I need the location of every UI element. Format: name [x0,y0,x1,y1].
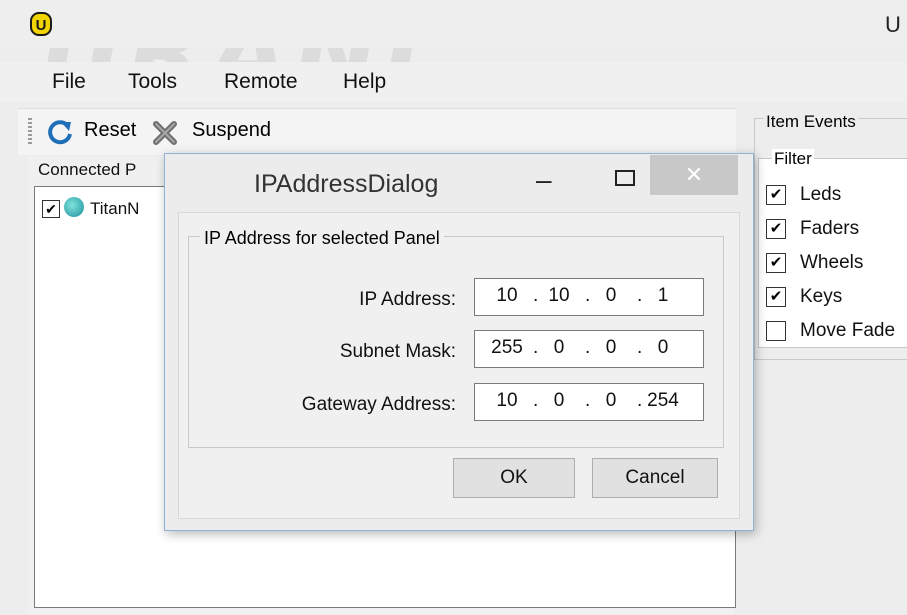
ip-octet-2[interactable]: 10 [539,285,579,307]
subnet-mask-label: Subnet Mask: [339,341,456,362]
minimize-button[interactable]: – [536,164,552,196]
refresh-icon[interactable] [46,118,74,146]
menu-file[interactable]: File [52,70,86,94]
ip-octet-1[interactable]: 10 [487,285,527,307]
wheels-label: Wheels [800,252,864,273]
subnet-octet-1[interactable]: 255 [487,337,527,359]
keys-checkbox[interactable]: ✔ [766,287,786,307]
keys-label: Keys [800,286,843,307]
gateway-octet-2[interactable]: 0 [539,390,579,412]
faders-label: Faders [800,218,860,239]
tree-item-checkbox[interactable]: ✔ [42,200,60,218]
gateway-octet-3[interactable]: 0 [591,390,631,412]
menu-tools[interactable]: Tools [128,70,177,94]
filter-label: Filter [772,149,814,169]
ip-group-label: IP Address for selected Panel [200,228,444,249]
faders-checkbox[interactable]: ✔ [766,219,786,239]
tree-item-label[interactable]: TitanN [90,199,139,219]
titan-panel-icon [64,197,84,217]
subnet-octet-2[interactable]: 0 [539,337,579,359]
ip-octet-4[interactable]: 1 [643,285,683,307]
move-fade-checkbox[interactable] [766,321,786,341]
menu-help[interactable]: Help [343,70,386,94]
logo-letter: U [36,17,47,34]
title-bar [0,0,907,48]
app-logo-icon: U [30,12,52,36]
maximize-button[interactable] [615,170,635,186]
leds-label: Leds [800,184,842,205]
gateway-address-field[interactable]: 10 . 0 . 0 . 254 [474,383,704,421]
ip-octet-3[interactable]: 0 [591,285,631,307]
ip-address-field[interactable]: 10 . 10 . 0 . 1 [474,278,704,316]
window-title: U [885,12,901,37]
connected-panels-header: Connected P [38,160,137,179]
menu-remote[interactable]: Remote [224,70,298,94]
wheels-checkbox[interactable]: ✔ [766,253,786,273]
item-events-label: Item Events [764,112,858,132]
ok-button[interactable]: OK [453,458,575,498]
cancel-button[interactable]: Cancel [592,458,718,498]
subnet-mask-field[interactable]: 255 . 0 . 0 . 0 [474,330,704,368]
suspend-button[interactable]: Suspend [192,119,271,142]
close-button[interactable]: ✕ [650,155,738,195]
suspend-x-icon[interactable] [152,118,180,146]
reset-button[interactable]: Reset [84,119,136,142]
gateway-octet-1[interactable]: 10 [487,390,527,412]
gateway-address-label: Gateway Address: [301,394,456,415]
subnet-octet-4[interactable]: 0 [643,337,683,359]
gateway-octet-4[interactable]: 254 [643,390,683,412]
move-fade-label: Move Fade [800,320,896,341]
toolbar-grip[interactable] [28,118,32,144]
leds-checkbox[interactable]: ✔ [766,185,786,205]
subnet-octet-3[interactable]: 0 [591,337,631,359]
ip-address-label: IP Address: [359,289,456,310]
dialog-title: IPAddressDialog [254,170,439,198]
